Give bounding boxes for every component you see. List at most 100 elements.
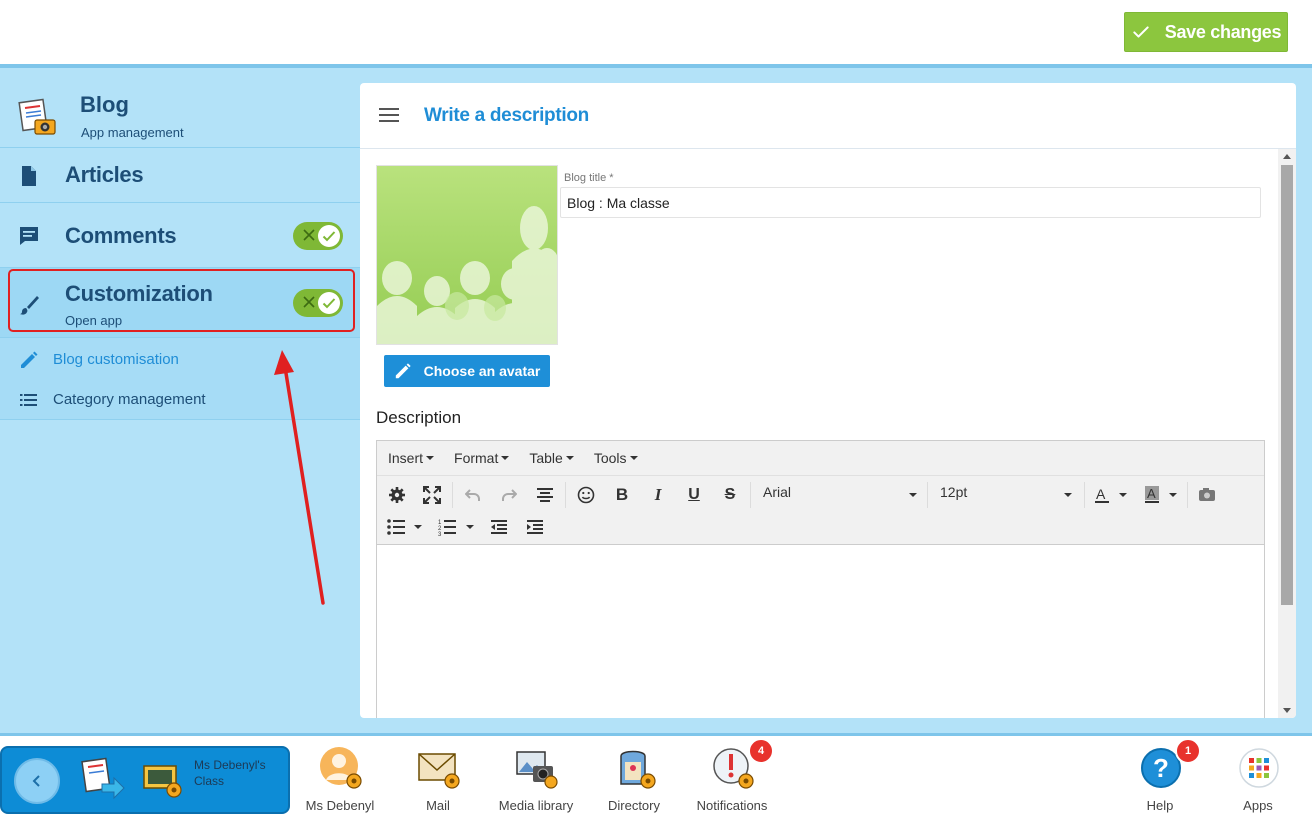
- media-library-icon: [516, 751, 558, 789]
- submenu-item-blog-customisation[interactable]: Blog customisation: [0, 339, 360, 379]
- italic-icon[interactable]: I: [646, 483, 670, 507]
- menu-insert[interactable]: Insert: [388, 450, 435, 466]
- choose-avatar-button[interactable]: Choose an avatar: [384, 355, 550, 387]
- emoji-icon[interactable]: [574, 483, 598, 507]
- caret-down-icon: [909, 493, 917, 497]
- dock-item-notifications[interactable]: Notifications 4: [684, 738, 780, 819]
- dock-item-mail[interactable]: Mail: [390, 744, 486, 819]
- sidebar-item-comments[interactable]: Comments: [0, 203, 360, 268]
- caret-down-icon: [501, 456, 510, 460]
- hamburger-menu-icon[interactable]: [379, 107, 399, 123]
- dock-item-label: Directory: [607, 798, 660, 813]
- text-color-icon[interactable]: A: [1091, 483, 1131, 507]
- submenu-item-category-management[interactable]: Category management: [0, 379, 360, 419]
- check-icon: [1133, 26, 1149, 38]
- menu-format[interactable]: Format: [454, 450, 510, 466]
- editor-toolbar: B I U S Arial 12pt A A 1 2 3: [377, 476, 1264, 545]
- panel-title: Write a description: [424, 105, 589, 126]
- svg-text:A: A: [1096, 486, 1106, 502]
- dock-item-directory[interactable]: Directory: [586, 744, 682, 819]
- undo-icon[interactable]: [461, 483, 485, 507]
- dock-item-ms-debenyl[interactable]: Ms Debenyl: [292, 744, 388, 819]
- svg-text:A: A: [1147, 486, 1156, 501]
- caret-down-icon: [1064, 493, 1072, 497]
- brush-icon: [20, 296, 39, 315]
- content-panel: Write a description Choose an avatar Blo…: [360, 83, 1296, 718]
- submenu-item-label: Blog customisation: [53, 351, 179, 368]
- dock-item-label: Help: [1146, 798, 1174, 813]
- toolbar-separator: [1084, 482, 1085, 508]
- customization-toggle[interactable]: [293, 289, 343, 317]
- scroll-down-arrow-icon[interactable]: [1283, 708, 1291, 713]
- align-center-icon[interactable]: [533, 483, 557, 507]
- toolbar-separator: [750, 482, 751, 508]
- menu-table[interactable]: Table: [529, 450, 574, 466]
- bold-icon[interactable]: B: [610, 483, 634, 507]
- font-family-select[interactable]: Arial: [763, 484, 917, 506]
- sidebar-item-articles[interactable]: Articles: [0, 149, 360, 203]
- check-icon: [322, 298, 336, 309]
- blog-avatar-image: [376, 165, 558, 345]
- app-title: Blog: [80, 92, 129, 117]
- panel-header: Write a description: [360, 83, 1296, 149]
- rich-text-editor: Insert Format Table Tools B I U S Arial …: [376, 440, 1265, 718]
- panel-scrollbar[interactable]: [1278, 149, 1296, 718]
- dock-item-label: Apps: [1243, 798, 1273, 813]
- dock-item-media-library[interactable]: Media library: [488, 744, 584, 819]
- strikethrough-icon[interactable]: S: [718, 483, 742, 507]
- menu-tools[interactable]: Tools: [594, 450, 638, 466]
- blog-app-icon: [81, 757, 125, 800]
- font-size-value: 12pt: [940, 484, 968, 500]
- blog-app-icon: [18, 98, 56, 135]
- underline-icon[interactable]: U: [682, 483, 706, 507]
- class-tile[interactable]: Ms Debenyl's Class: [0, 746, 290, 814]
- mail-icon: [418, 753, 460, 789]
- pencil-icon: [395, 363, 411, 379]
- scroll-thumb[interactable]: [1281, 165, 1293, 605]
- toggle-knob: [318, 225, 340, 247]
- settings-icon[interactable]: [385, 483, 409, 507]
- save-changes-label: Save changes: [1164, 21, 1282, 42]
- comment-icon: [20, 227, 38, 245]
- comments-toggle[interactable]: [293, 222, 343, 250]
- back-button[interactable]: [14, 758, 60, 804]
- top-bar: Save changes: [0, 0, 1312, 64]
- x-icon: [303, 296, 315, 308]
- chevron-left-icon: [32, 775, 40, 787]
- sidebar-item-label: Comments: [65, 223, 177, 248]
- svg-text:3: 3: [438, 532, 442, 536]
- submenu-item-label: Category management: [53, 391, 206, 408]
- dock-item-label: Media library: [498, 798, 574, 813]
- dock-item-label: Ms Debenyl: [305, 798, 375, 813]
- background-color-icon[interactable]: A: [1141, 483, 1181, 507]
- document-icon: [22, 166, 36, 186]
- scroll-up-arrow-icon[interactable]: [1283, 154, 1291, 159]
- svg-text:?: ?: [1153, 753, 1169, 783]
- outdent-icon[interactable]: [487, 515, 511, 539]
- font-size-select[interactable]: 12pt: [940, 484, 1072, 506]
- user-avatar-icon: [320, 747, 362, 789]
- bullet-list-icon[interactable]: [385, 515, 425, 539]
- fullscreen-icon[interactable]: [420, 483, 444, 507]
- editor-content-area[interactable]: [377, 546, 1264, 718]
- toolbar-separator: [565, 482, 566, 508]
- blog-title-label: Blog title *: [564, 172, 614, 184]
- save-changes-button[interactable]: Save changes: [1124, 12, 1288, 52]
- sidebar-item-label: Articles: [65, 162, 144, 187]
- help-badge: 1: [1175, 738, 1201, 764]
- apps-grid-icon: [1239, 748, 1279, 788]
- indent-icon[interactable]: [523, 515, 547, 539]
- dock-item-apps[interactable]: Apps: [1210, 744, 1306, 819]
- dock-item-help[interactable]: ? Help 1: [1112, 738, 1208, 819]
- blog-title-input[interactable]: [560, 187, 1261, 218]
- numbered-list-icon[interactable]: 123: [437, 515, 477, 539]
- toolbar-separator: [927, 482, 928, 508]
- sidebar-item-customization[interactable]: Customization Open app: [0, 268, 360, 338]
- pencil-icon: [21, 351, 38, 368]
- customization-submenu: Blog customisation Category management: [0, 338, 360, 420]
- redo-icon[interactable]: [497, 483, 521, 507]
- image-icon[interactable]: [1195, 483, 1219, 507]
- toolbar-separator: [1187, 482, 1188, 508]
- bottom-dock: Ms Debenyl's Class Ms Debenyl Mail Media…: [0, 733, 1312, 820]
- toolbar-separator: [452, 482, 453, 508]
